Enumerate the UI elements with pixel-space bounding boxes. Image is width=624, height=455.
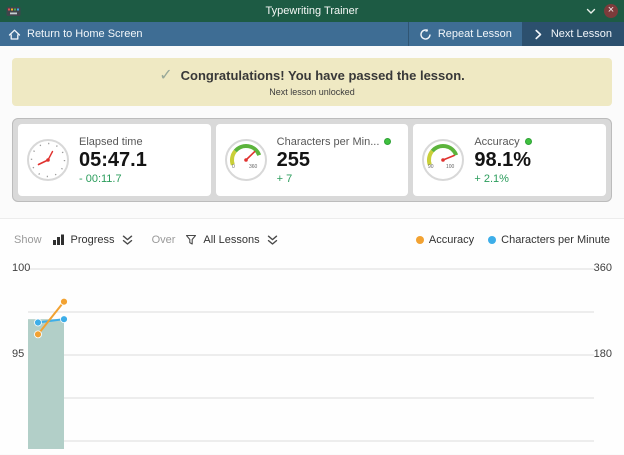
titlebar: Typewriting Trainer ×	[0, 0, 624, 22]
next-lesson-label: Next Lesson	[551, 28, 612, 40]
graph-type-label: Progress	[71, 234, 115, 246]
close-icon: ×	[604, 4, 618, 18]
accuracy-legend-label: Accuracy	[429, 234, 474, 246]
window-title: Typewriting Trainer	[0, 5, 624, 17]
double-chevron-down-icon	[121, 235, 134, 246]
status-dot	[384, 138, 391, 145]
right-axis-tick-top: 360	[594, 262, 612, 274]
bar-chart-icon	[52, 234, 65, 246]
next-lesson-button[interactable]: Next Lesson	[522, 22, 624, 46]
stat-label: Accuracy	[474, 136, 519, 148]
clock-icon	[26, 138, 70, 182]
stat-value: 05:47.1	[79, 149, 203, 172]
stat-card-characters-per-minute: 0 360 Characters per Min... 255 + 7	[216, 124, 409, 196]
over-label: Over	[152, 234, 176, 246]
return-home-button[interactable]: Return to Home Screen	[0, 22, 153, 46]
chart-controls: Show Progress Over	[0, 227, 624, 253]
speed-gauge-icon: 0 360	[224, 138, 268, 182]
gauge-max-label: 360	[249, 164, 258, 170]
refresh-icon	[419, 28, 432, 41]
lesson-filter-selector[interactable]: All Lessons	[185, 234, 278, 246]
banner-subtitle: Next lesson unlocked	[269, 87, 355, 97]
stat-label: Characters per Min...	[277, 136, 380, 148]
repeat-lesson-button[interactable]: Repeat Lesson	[408, 22, 522, 46]
chart-legend: Accuracy Characters per Minute	[416, 234, 610, 246]
check-icon: ✓	[159, 68, 172, 84]
stat-card-accuracy: 90 100 Accuracy 98.1% + 2.1%	[413, 124, 606, 196]
toolbar: Return to Home Screen Repeat Lesson Next…	[0, 22, 624, 46]
stat-delta: + 2.1%	[474, 173, 598, 185]
gauge-min-label: 0	[232, 164, 235, 170]
chevron-right-icon	[534, 29, 543, 40]
cpm-legend-dot	[488, 236, 496, 244]
show-label: Show	[14, 234, 42, 246]
return-home-label: Return to Home Screen	[27, 28, 143, 40]
home-icon	[8, 28, 21, 41]
filter-icon	[185, 234, 197, 246]
stat-delta: - 00:11.7	[79, 173, 203, 185]
close-button[interactable]: ×	[604, 4, 618, 18]
accuracy-legend-dot	[416, 236, 424, 244]
stat-value: 255	[277, 149, 401, 172]
right-axis-tick-mid: 180	[594, 348, 612, 360]
banner-title: Congratulations! You have passed the les…	[181, 68, 465, 83]
gauge-min-label: 90	[428, 164, 434, 170]
graph-type-selector[interactable]: Progress	[52, 234, 134, 246]
double-chevron-down-icon	[266, 235, 279, 246]
graph-section: Show Progress Over	[0, 218, 624, 454]
repeat-lesson-label: Repeat Lesson	[438, 28, 512, 40]
accuracy-gauge-icon: 90 100	[421, 138, 465, 182]
legend-item-accuracy: Accuracy	[416, 234, 474, 246]
left-axis-tick-mid: 95	[12, 348, 24, 360]
lesson-filter-label: All Lessons	[203, 234, 259, 246]
cpm-legend-label: Characters per Minute	[501, 234, 610, 246]
stat-delta: + 7	[277, 173, 401, 185]
stat-value: 98.1%	[474, 149, 598, 172]
progress-chart[interactable]	[0, 259, 624, 455]
status-dot	[525, 138, 532, 145]
legend-item-cpm: Characters per Minute	[488, 234, 610, 246]
progress-chart-area[interactable]: 100 95 360 180	[0, 259, 624, 455]
stat-card-elapsed-time: Elapsed time 05:47.1 - 00:11.7	[18, 124, 211, 196]
chevron-down-icon[interactable]	[586, 8, 596, 15]
stat-label: Elapsed time	[79, 136, 143, 148]
success-banner: ✓ Congratulations! You have passed the l…	[12, 58, 612, 106]
stats-panel: Elapsed time 05:47.1 - 00:11.7 0 360 Cha…	[12, 118, 612, 202]
left-axis-tick-top: 100	[12, 262, 30, 274]
gauge-max-label: 100	[446, 164, 455, 170]
